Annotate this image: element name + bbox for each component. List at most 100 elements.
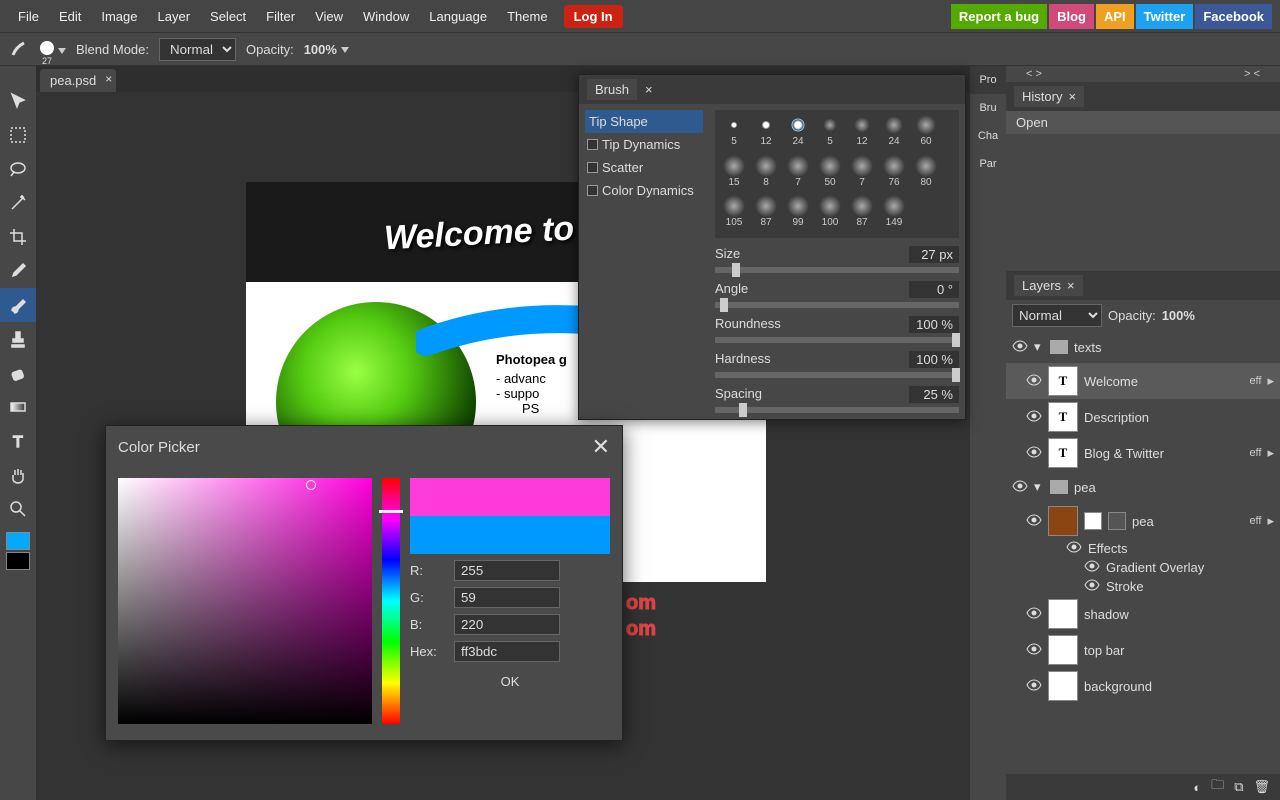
history-item[interactable]: Open <box>1006 111 1280 134</box>
login-button[interactable]: Log In <box>564 5 623 28</box>
brush-tip[interactable]: 60 <box>911 114 941 153</box>
menu-theme[interactable]: Theme <box>497 3 557 30</box>
sidetab-par[interactable]: Par <box>970 150 1006 178</box>
zoom-tool[interactable] <box>0 492 36 526</box>
brush-slider-angle[interactable]: Angle0 ° <box>715 281 959 308</box>
menu-window[interactable]: Window <box>353 3 419 30</box>
saturation-value-field[interactable] <box>118 478 372 724</box>
brush-tool[interactable] <box>0 288 36 322</box>
ok-button[interactable]: OK <box>410 670 610 693</box>
brush-tip[interactable]: 12 <box>847 114 877 153</box>
layers-tab[interactable]: Layers× <box>1014 275 1083 296</box>
type-tool[interactable]: T <box>0 424 36 458</box>
visibility-icon[interactable] <box>1066 541 1082 556</box>
brush-tip[interactable]: 87 <box>751 195 781 234</box>
blend-mode-select[interactable]: Normal <box>159 38 236 61</box>
eraser-tool[interactable] <box>0 356 36 390</box>
close-tab-icon[interactable]: × <box>105 72 112 86</box>
brush-tipshape[interactable]: Tip Shape <box>585 110 703 133</box>
menu-select[interactable]: Select <box>200 3 256 30</box>
layer-row[interactable]: TDescription <box>1006 399 1280 435</box>
gradient-tool[interactable] <box>0 390 36 424</box>
brush-tip[interactable]: 8 <box>751 155 781 194</box>
visibility-icon[interactable] <box>1026 643 1042 658</box>
brush-tip[interactable]: 76 <box>879 155 909 194</box>
visibility-icon[interactable] <box>1026 514 1042 529</box>
brush-colordynamics[interactable]: Color Dynamics <box>585 179 703 202</box>
visibility-icon[interactable] <box>1012 480 1028 495</box>
blog-button[interactable]: Blog <box>1049 4 1094 29</box>
delete-layer-icon[interactable]: 🗑 <box>1253 779 1270 795</box>
g-input[interactable] <box>454 587 560 608</box>
b-input[interactable] <box>454 614 560 635</box>
hue-slider[interactable] <box>382 478 400 724</box>
menu-layer[interactable]: Layer <box>148 3 201 30</box>
background-swatch[interactable] <box>6 552 30 570</box>
brush-tip[interactable]: 80 <box>911 155 941 194</box>
new-layer-icon[interactable]: ⧉ <box>1234 779 1243 795</box>
brush-scatter[interactable]: Scatter <box>585 156 703 179</box>
brush-tip[interactable]: 12 <box>751 114 781 153</box>
brush-slider-roundness[interactable]: Roundness100 % <box>715 316 959 343</box>
tab-pea-psd[interactable]: pea.psd× <box>40 69 116 92</box>
history-tab[interactable]: History× <box>1014 86 1084 107</box>
brush-tip[interactable]: 100 <box>815 195 845 234</box>
layer-row[interactable]: peaeff▸ <box>1006 503 1280 539</box>
panel-scroll-left[interactable]: < > <box>1026 68 1042 80</box>
layer-row[interactable]: TBlog & Twittereff▸ <box>1006 435 1280 471</box>
brush-panel-tab[interactable]: Brush <box>587 79 637 100</box>
menu-image[interactable]: Image <box>91 3 147 30</box>
visibility-icon[interactable] <box>1012 340 1028 355</box>
color-swatches[interactable] <box>0 532 36 570</box>
layer-row[interactable]: ▾texts <box>1006 331 1280 363</box>
sidetab-cha[interactable]: Cha <box>970 122 1006 150</box>
hex-input[interactable] <box>454 641 560 662</box>
menu-language[interactable]: Language <box>419 3 497 30</box>
twitter-button[interactable]: Twitter <box>1136 4 1194 29</box>
menu-file[interactable]: File <box>8 3 49 30</box>
brush-slider-spacing[interactable]: Spacing25 % <box>715 386 959 413</box>
api-button[interactable]: API <box>1096 4 1134 29</box>
visibility-icon[interactable] <box>1026 679 1042 694</box>
close-color-picker-icon[interactable]: ✕ <box>592 434 610 460</box>
menu-view[interactable]: View <box>305 3 353 30</box>
layer-row[interactable]: shadow <box>1006 596 1280 632</box>
marquee-tool[interactable] <box>0 118 36 152</box>
foreground-swatch[interactable] <box>6 532 30 550</box>
stamp-tool[interactable] <box>0 322 36 356</box>
brush-preview-icon[interactable] <box>40 41 54 55</box>
brush-tip[interactable]: 5 <box>719 114 749 153</box>
menu-edit[interactable]: Edit <box>49 3 91 30</box>
layer-opacity-value[interactable]: 100% <box>1162 308 1195 323</box>
lasso-tool[interactable] <box>0 152 36 186</box>
close-brush-panel-icon[interactable]: × <box>645 82 653 97</box>
eyedropper-tool[interactable] <box>0 254 36 288</box>
brush-tip[interactable]: 99 <box>783 195 813 234</box>
brush-tip[interactable]: 105 <box>719 195 749 234</box>
brush-slider-size[interactable]: Size27 px <box>715 246 959 273</box>
sidetab-bru[interactable]: Bru <box>970 94 1006 122</box>
brush-tip[interactable]: 149 <box>879 195 909 234</box>
menu-filter[interactable]: Filter <box>256 3 305 30</box>
brush-tipdynamics[interactable]: Tip Dynamics <box>585 133 703 156</box>
visibility-icon[interactable] <box>1026 607 1042 622</box>
visibility-icon[interactable] <box>1026 446 1042 461</box>
move-tool[interactable] <box>0 84 36 118</box>
close-layers-icon[interactable]: × <box>1067 278 1075 293</box>
brush-tip[interactable]: 50 <box>815 155 845 194</box>
layer-row[interactable]: ▾pea <box>1006 471 1280 503</box>
brush-tip[interactable]: 24 <box>783 114 813 153</box>
crop-tool[interactable] <box>0 220 36 254</box>
visibility-icon[interactable] <box>1084 579 1100 594</box>
visibility-icon[interactable] <box>1026 410 1042 425</box>
close-history-icon[interactable]: × <box>1068 89 1076 104</box>
brush-tip[interactable]: 5 <box>815 114 845 153</box>
brush-tip[interactable]: 24 <box>879 114 909 153</box>
facebook-button[interactable]: Facebook <box>1195 4 1272 29</box>
hand-tool[interactable] <box>0 458 36 492</box>
opacity-value[interactable]: 100% <box>304 42 349 57</box>
visibility-icon[interactable] <box>1026 374 1042 389</box>
layer-row[interactable]: background <box>1006 668 1280 704</box>
layer-row[interactable]: TWelcomeeff▸ <box>1006 363 1280 399</box>
brush-tip[interactable]: 7 <box>847 155 877 194</box>
